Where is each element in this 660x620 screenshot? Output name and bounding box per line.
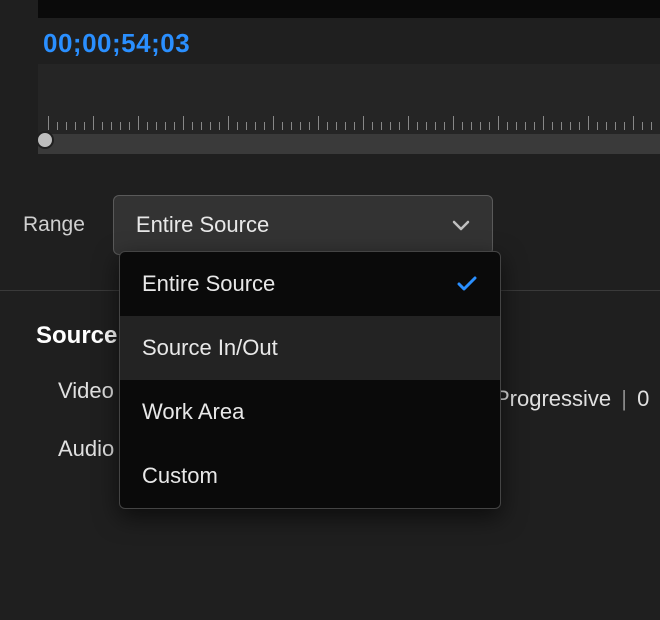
source-video-label: Video xyxy=(58,378,117,404)
dropdown-option[interactable]: Work Area xyxy=(120,380,500,444)
range-label: Range xyxy=(23,213,85,237)
source-audio-label: Audio xyxy=(58,436,117,462)
chevron-down-icon xyxy=(452,220,470,231)
video-preview-strip xyxy=(38,0,660,18)
range-dropdown-menu: Entire Source Source In/Out Work Area Custo… xyxy=(119,251,501,509)
dropdown-option[interactable]: Source In/Out xyxy=(120,316,500,380)
dropdown-option-label: Custom xyxy=(142,463,218,489)
dropdown-option-label: Source In/Out xyxy=(142,335,278,361)
source-header: Source xyxy=(36,322,117,350)
range-dropdown[interactable]: Entire Source xyxy=(113,195,493,255)
playhead-handle[interactable] xyxy=(36,131,54,149)
dropdown-option-label: Entire Source xyxy=(142,271,275,297)
timecode-display[interactable]: 00;00;54;03 xyxy=(43,28,190,59)
range-dropdown-value: Entire Source xyxy=(136,212,269,238)
dropdown-option-label: Work Area xyxy=(142,399,244,425)
check-icon xyxy=(456,276,478,292)
timeline-track[interactable] xyxy=(38,134,660,154)
dropdown-option[interactable]: Custom xyxy=(120,444,500,508)
source-video-info: Progressive | 0 xyxy=(495,386,649,412)
dropdown-option[interactable]: Entire Source xyxy=(120,252,500,316)
